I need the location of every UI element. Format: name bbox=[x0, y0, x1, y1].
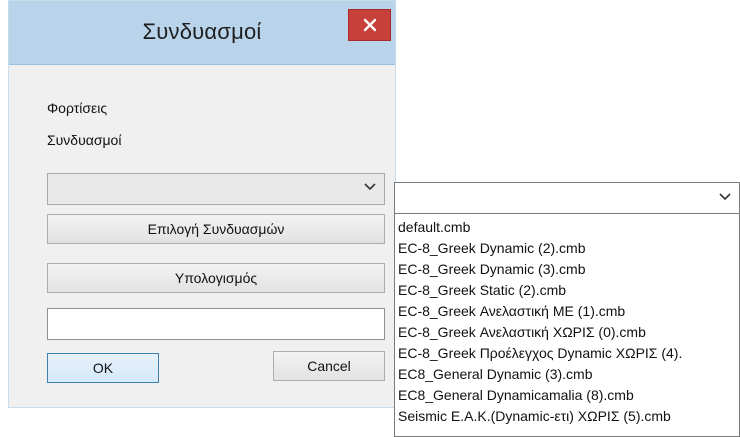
list-item[interactable]: EC-8_Greek Ανελαστική ME (1).cmb bbox=[398, 301, 625, 321]
combination-file-dropdown[interactable]: default.cmb EC-8_Greek Dynamic (2).cmb E… bbox=[394, 182, 740, 437]
list-item[interactable]: default.cmb bbox=[398, 217, 470, 237]
dialog-content: Φορτίσεις Συνδυασμοί Επιλογή Συνδυασμών … bbox=[19, 69, 385, 399]
list-item[interactable]: EC-8_Greek Dynamic (2).cmb bbox=[398, 238, 586, 258]
chevron-down-icon bbox=[364, 183, 376, 191]
loads-label: Φορτίσεις bbox=[47, 100, 108, 116]
combinations-label: Συνδυασμοί bbox=[47, 132, 122, 148]
list-item[interactable]: EC-8_Greek Static (2).cmb bbox=[398, 280, 566, 300]
close-icon bbox=[363, 18, 376, 32]
dropdown-list: default.cmb EC-8_Greek Dynamic (2).cmb E… bbox=[394, 214, 740, 437]
combinations-dialog: Συνδυασμοί Φορτίσεις Συνδυασμοί Επιλογή … bbox=[8, 0, 396, 408]
list-item[interactable]: EC-8_Greek Προέλεγχος Dynamic ΧΩΡΙΣ (4). bbox=[398, 343, 682, 363]
list-item[interactable]: EC-8_Greek Dynamic (3).cmb bbox=[398, 259, 586, 279]
list-item[interactable]: Seismic Ε.Α.Κ.(Dynamic-ετι) ΧΩΡΙΣ (5).cm… bbox=[398, 406, 671, 426]
select-combinations-button[interactable]: Επιλογή Συνδυασμών bbox=[47, 214, 385, 244]
close-button[interactable] bbox=[348, 9, 391, 41]
list-item[interactable]: EC-8_Greek Ανελαστική ΧΩΡΙΣ (0).cmb bbox=[398, 322, 646, 342]
title-bar[interactable]: Συνδυασμοί bbox=[9, 1, 395, 65]
list-item[interactable]: EC8_General Dynamicamalia (8).cmb bbox=[398, 385, 634, 405]
window-title: Συνδυασμοί bbox=[142, 19, 262, 44]
output-textbox[interactable] bbox=[47, 308, 385, 340]
dropdown-header[interactable] bbox=[394, 182, 740, 214]
calculate-button[interactable]: Υπολογισμός bbox=[47, 263, 385, 293]
list-item[interactable]: EC8_General Dynamic (3).cmb bbox=[398, 364, 593, 384]
ok-button[interactable]: OK bbox=[47, 353, 159, 383]
combinations-combobox[interactable] bbox=[47, 173, 385, 205]
chevron-down-icon bbox=[719, 193, 731, 201]
cancel-button[interactable]: Cancel bbox=[273, 351, 385, 381]
